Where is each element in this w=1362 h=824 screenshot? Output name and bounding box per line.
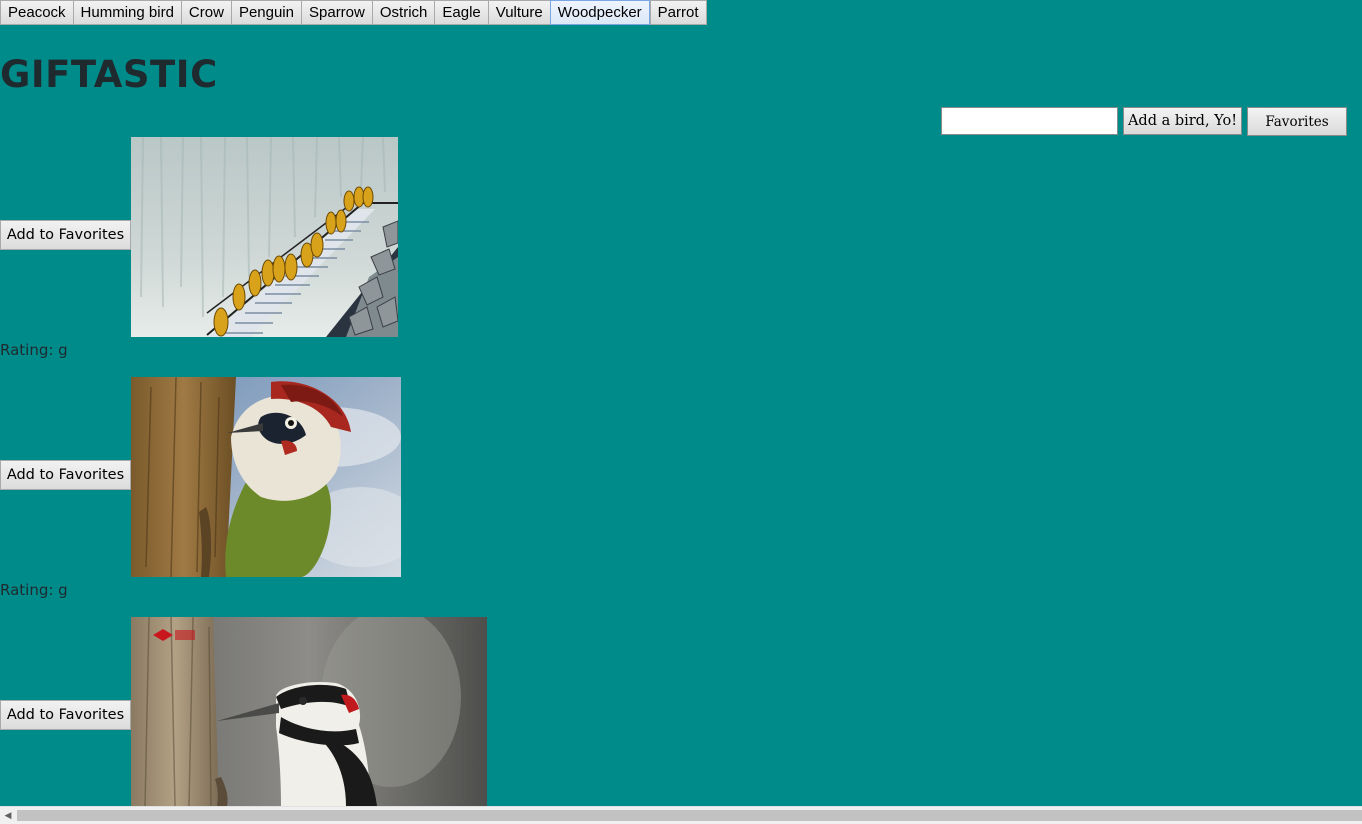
horizontal-scrollbar[interactable]: ◀ <box>0 806 1362 824</box>
gif-rating: Rating: g <box>0 341 68 359</box>
bird-button-vulture[interactable]: Vulture <box>487 0 550 25</box>
bird-name-input[interactable] <box>941 107 1118 135</box>
bird-button-woodpecker[interactable]: Woodpecker <box>549 0 650 25</box>
page-title: GIFTASTIC <box>0 53 218 96</box>
scrollbar-thumb[interactable] <box>17 810 1362 821</box>
gif-image-spotted-woodpecker[interactable] <box>131 617 487 806</box>
bird-button-eagle[interactable]: Eagle <box>434 0 488 25</box>
add-to-favorites-button[interactable]: Add to Favorites <box>0 220 131 250</box>
bird-button-sparrow[interactable]: Sparrow <box>301 0 372 25</box>
gif-image-green-woodpecker[interactable] <box>131 377 401 577</box>
bird-button-parrot[interactable]: Parrot <box>649 0 707 25</box>
add-bird-button[interactable]: Add a bird, Yo! <box>1123 107 1242 135</box>
bird-button-penguin[interactable]: Penguin <box>230 0 301 25</box>
green-woodpecker-illustration <box>131 377 401 577</box>
penguins-stairs-illustration <box>131 137 398 337</box>
spotted-woodpecker-illustration <box>131 617 487 806</box>
bird-button-ostrich[interactable]: Ostrich <box>371 0 435 25</box>
bird-button-crow[interactable]: Crow <box>180 0 231 25</box>
gif-rating: Rating: g <box>0 581 68 599</box>
favorites-button[interactable]: Favorites <box>1247 107 1347 136</box>
bird-button-peacock[interactable]: Peacock <box>0 0 73 25</box>
bird-buttons-bar: Peacock Humming bird Crow Penguin Sparro… <box>0 0 707 25</box>
scroll-left-arrow-icon[interactable]: ◀ <box>0 807 16 824</box>
add-to-favorites-button[interactable]: Add to Favorites <box>0 700 131 730</box>
gif-image-penguins[interactable] <box>131 137 398 337</box>
bird-button-humming-bird[interactable]: Humming bird <box>72 0 181 25</box>
add-to-favorites-button[interactable]: Add to Favorites <box>0 460 131 490</box>
